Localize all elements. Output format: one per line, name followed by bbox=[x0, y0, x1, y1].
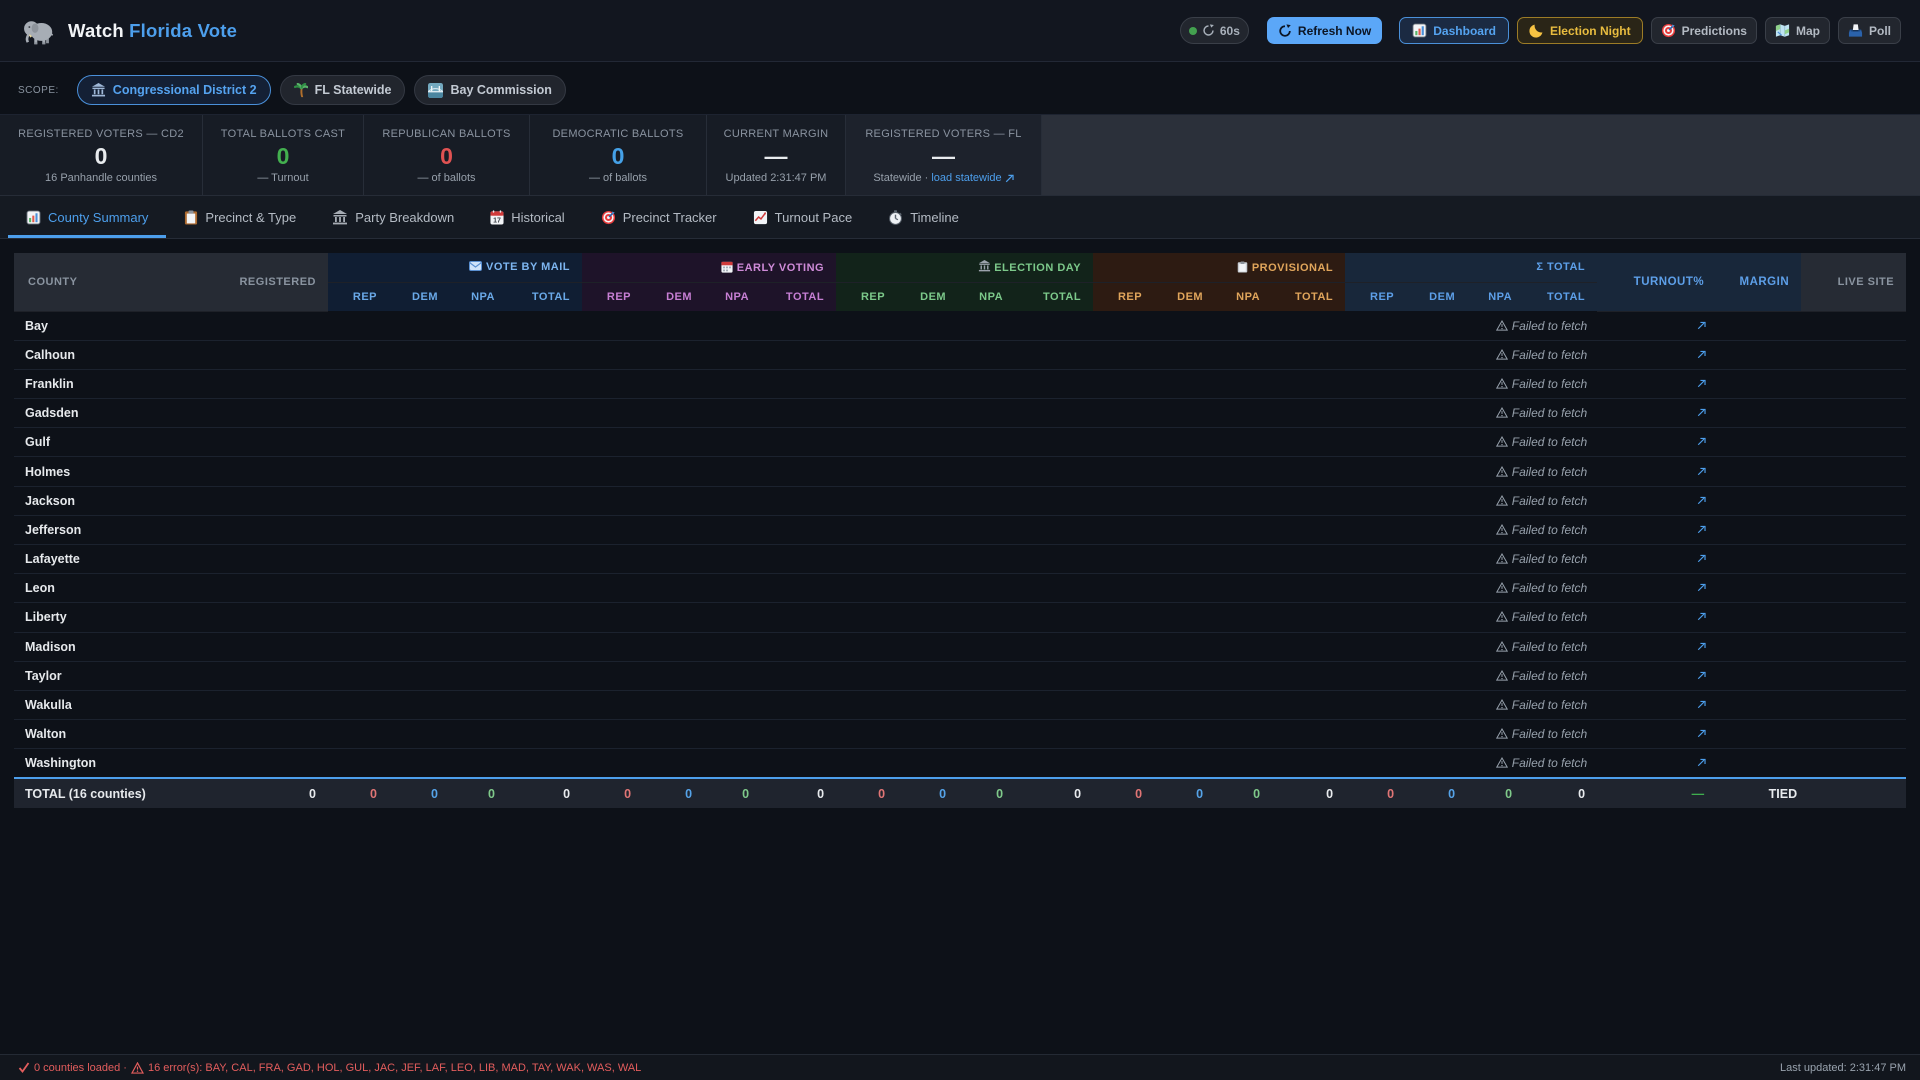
svg-text:17: 17 bbox=[493, 217, 501, 224]
